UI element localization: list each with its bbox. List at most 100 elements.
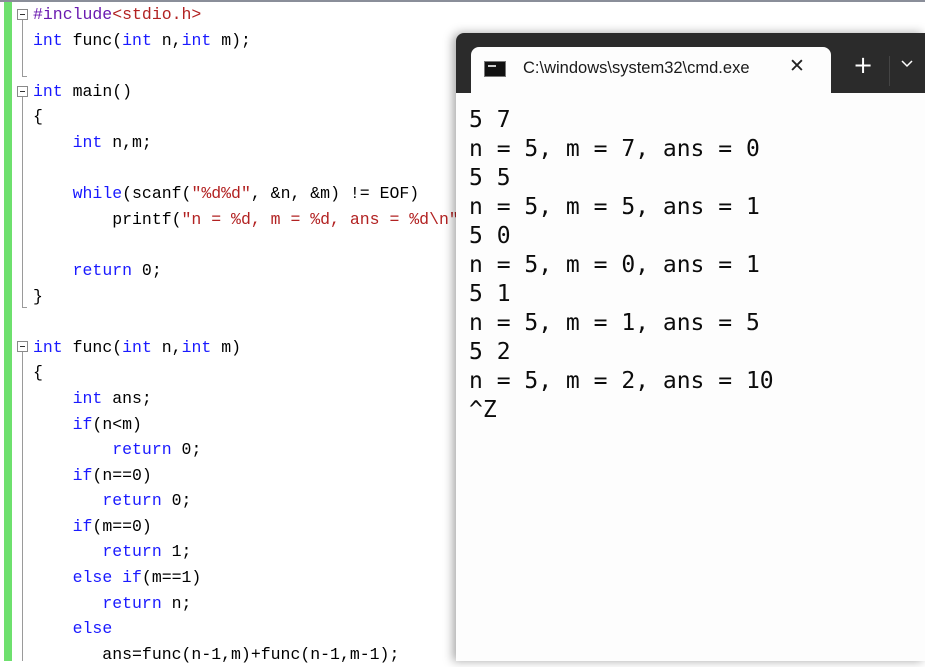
fold-toggle-include[interactable] [17,9,28,20]
code-token: (scanf( [122,184,192,204]
code-line: { [33,104,459,130]
code-token: (n==0) [92,465,152,485]
keyword: return [102,491,162,511]
code-line: return n; [33,591,459,617]
code-token: (n<m) [92,414,142,434]
code-token: (m==0) [92,516,152,536]
keyword: if [72,414,93,434]
code-line: ans=func(n-1,m)+func(n-1,m-1); [33,642,459,667]
code-token: func( [62,30,123,50]
code-token: { [33,363,43,383]
keyword: int [72,388,103,408]
keyword: else if [72,568,142,588]
code-token: ans; [102,388,152,408]
code-token: m) [211,337,242,357]
keyword: int [181,30,212,50]
code-line: while(scanf("%d%d", &n, &m) != EOF) [33,181,459,207]
keyword: int [72,132,103,152]
string-literal: "n = %d, m = %d, ans = %d\n" [181,209,459,229]
fold-line-end [22,307,27,308]
code-token: n,m; [102,132,152,152]
terminal-tab-bar: C:\windows\system32\cmd.exe ✕ + [456,33,925,93]
keyword: int [122,30,152,50]
terminal-output: 5 7 n = 5, m = 7, ans = 0 5 5 n = 5, m = 5,… [469,106,774,425]
console-icon [484,61,506,77]
terminal-window[interactable]: C:\windows\system32\cmd.exe ✕ + 5 7 n = 5… [456,33,925,661]
code-line: else if(m==1) [33,565,459,591]
keyword: return [112,440,172,460]
code-line: return 0; [33,258,459,284]
new-tab-button[interactable]: + [853,53,873,77]
chevron-down-icon[interactable] [900,57,914,71]
code-line: if(n==0) [33,463,459,489]
fold-toggle-func[interactable] [17,341,28,352]
terminal-output-line: 5 7 [469,107,511,133]
keyword: return [72,260,133,280]
code-line: return 0; [33,437,459,463]
keyword: int [181,337,212,357]
keyword: int [33,30,63,50]
code-token: 0; [132,260,162,280]
code-line: int n,m; [33,130,459,156]
code-token: func( [62,337,123,357]
keyword: int [122,337,152,357]
terminal-output-line: n = 5, m = 0, ans = 1 [469,252,760,278]
keyword: else [72,619,113,639]
code-line: { [33,360,459,386]
code-token: n, [151,337,182,357]
code-token: #include [33,5,113,24]
code-line: if(n<m) [33,412,459,438]
fold-line [22,352,23,661]
tab-bar-divider [889,56,890,86]
keyword: if [72,516,93,536]
fold-line [22,20,23,76]
code-line: if(m==0) [33,514,459,540]
terminal-output-line: n = 5, m = 5, ans = 1 [469,194,760,220]
code-editor[interactable]: #include<stdio.h> int func(int n,int m); i… [33,2,459,667]
terminal-output-line: 5 2 [469,339,511,365]
terminal-tab[interactable]: C:\windows\system32\cmd.exe ✕ [471,47,831,93]
code-line: } [33,284,459,310]
code-line: else [33,616,459,642]
close-tab-icon[interactable]: ✕ [789,55,805,77]
code-token: n, [151,30,182,50]
code-line: int func(int n,int m); [33,28,459,54]
tab-title: C:\windows\system32\cmd.exe [523,59,750,77]
fold-line-end [22,76,27,77]
terminal-output-line: n = 5, m = 1, ans = 5 [469,310,760,336]
keyword: while [72,184,123,204]
terminal-output-line: n = 5, m = 7, ans = 0 [469,136,760,162]
code-token: { [33,107,43,127]
keyword: int [33,337,63,357]
change-marker-bar [4,2,12,661]
code-token: 0; [161,491,192,511]
fold-toggle-main[interactable] [17,86,28,97]
code-token: 1; [161,542,192,562]
code-line: return 0; [33,488,459,514]
code-line: #include<stdio.h> [33,2,459,28]
keyword: if [72,465,93,485]
keyword: int [33,81,63,101]
code-token: printf( [33,209,182,229]
code-token: 0; [171,440,202,460]
code-token: n; [161,593,192,613]
code-line: int func(int n,int m) [33,335,459,361]
code-token: main() [62,81,133,101]
code-line: printf("n = %d, m = %d, ans = %d\n" [33,207,459,233]
terminal-output-line: 5 0 [469,223,511,249]
code-token: } [33,286,43,306]
code-line: int ans; [33,386,459,412]
